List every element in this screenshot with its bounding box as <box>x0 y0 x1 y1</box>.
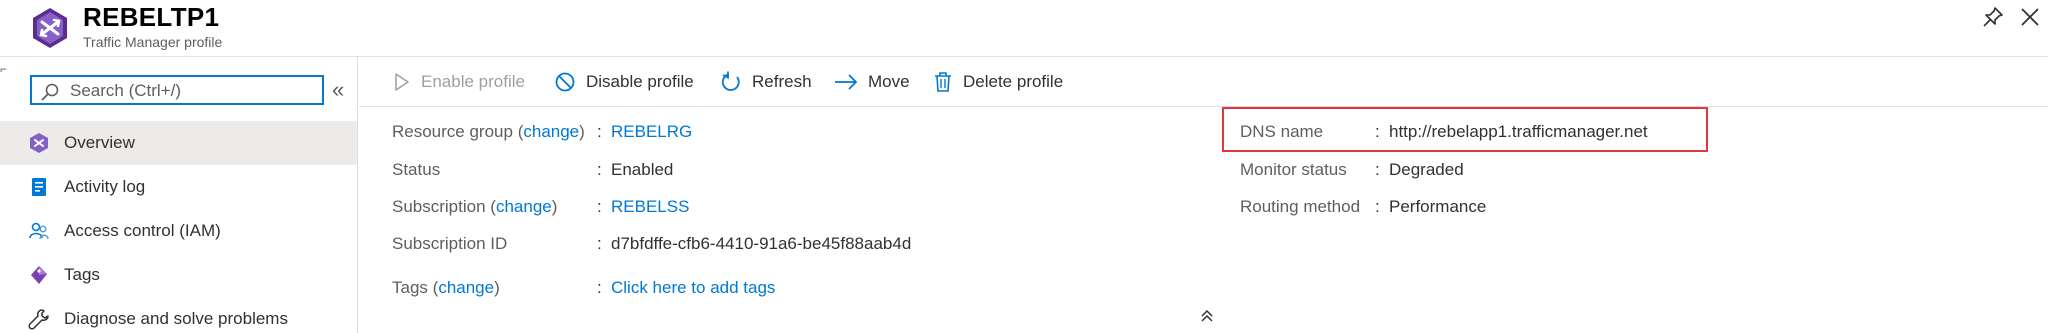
monitor-status-label: Monitor status <box>1240 160 1347 179</box>
delete-profile-button[interactable]: Delete profile <box>933 57 1063 107</box>
move-label: Move <box>868 72 910 91</box>
access-control-icon <box>29 222 49 240</box>
search-box[interactable] <box>30 75 324 105</box>
trash-icon <box>935 72 951 92</box>
pin-icon[interactable] <box>1982 6 2004 28</box>
arrow-right-icon <box>835 74 858 90</box>
sidebar-item-label: Access control (IAM) <box>64 221 221 240</box>
sidebar-item-label: Activity log <box>64 177 146 196</box>
sidebar-item-overview[interactable]: Overview <box>0 121 357 165</box>
collapse-essentials-icon[interactable] <box>1200 309 1214 323</box>
move-button[interactable]: Move <box>834 57 910 107</box>
separator-colon: : <box>1375 122 1380 141</box>
wrench-icon <box>28 309 49 330</box>
separator-colon: : <box>597 197 602 216</box>
subscription-value[interactable]: REBELSS <box>611 197 689 217</box>
dns-name-value: http://rebelapp1.trafficmanager.net <box>1389 122 1648 141</box>
activity-log-icon <box>32 178 46 196</box>
disable-profile-label: Disable profile <box>586 72 694 91</box>
status-label: Status <box>392 160 441 179</box>
sidebar-item-diagnose[interactable]: Diagnose and solve problems <box>0 297 357 333</box>
traffic-manager-icon <box>33 8 67 48</box>
command-bar: Enable profile Disable profile Refresh M… <box>359 57 2048 107</box>
sidebar-item-label: Diagnose and solve problems <box>64 309 288 328</box>
refresh-icon <box>721 71 740 91</box>
page-title: REBELTP1 <box>83 2 220 32</box>
search-input[interactable] <box>70 79 320 103</box>
play-icon <box>395 73 409 91</box>
separator-colon: : <box>1375 160 1380 179</box>
close-icon[interactable] <box>2020 7 2040 27</box>
separator-colon: : <box>597 122 602 141</box>
separator-colon: : <box>1375 197 1380 216</box>
sidebar-item-label: Tags <box>64 265 100 284</box>
sidebar-item-activity-log[interactable]: Activity log <box>0 165 357 209</box>
routing-method-label: Routing method <box>1240 197 1361 216</box>
subscription-id-value: d7bfdffe-cfb6-4410-91a6-be45f88aab4d <box>611 234 912 253</box>
refresh-button[interactable]: Refresh <box>720 57 812 107</box>
add-tags-link[interactable]: Click here to add tags <box>611 278 775 298</box>
resource-group-change-link[interactable]: change <box>523 122 579 141</box>
sidebar-item-access-control[interactable]: Access control (IAM) <box>0 209 357 253</box>
collapse-sidebar-button[interactable]: « <box>332 77 344 103</box>
sidebar-item-tags[interactable]: Tags <box>0 253 357 297</box>
tag-icon <box>31 266 47 284</box>
routing-method-value: Performance <box>1389 197 1487 216</box>
tags-change-link[interactable]: change <box>438 278 494 297</box>
separator-colon: : <box>597 160 602 179</box>
sidebar: « Overview Activity log Access control (… <box>0 57 358 333</box>
separator-colon: : <box>597 278 602 297</box>
dns-name-label: DNS name <box>1240 122 1324 141</box>
refresh-label: Refresh <box>752 72 812 91</box>
status-value: Enabled <box>611 160 674 179</box>
resource-group-value[interactable]: REBELRG <box>611 122 692 142</box>
page-subtitle: Traffic Manager profile <box>83 34 223 50</box>
delete-profile-label: Delete profile <box>963 72 1064 91</box>
enable-profile-button[interactable]: Enable profile <box>391 57 525 107</box>
page-header: REBELTP1 Traffic Manager profile <box>0 0 2048 57</box>
monitor-status-value: Degraded <box>1389 160 1464 179</box>
disable-profile-button[interactable]: Disable profile <box>554 57 694 107</box>
subscription-label: Subscription (change) <box>392 197 558 216</box>
subscription-id-label: Subscription ID <box>392 234 508 253</box>
resource-group-label: Resource group (change) <box>392 122 585 141</box>
subscription-change-link[interactable]: change <box>496 197 552 216</box>
enable-profile-label: Enable profile <box>421 72 525 91</box>
separator-colon: : <box>597 234 602 253</box>
tags-label: Tags (change) <box>392 278 500 297</box>
overview-icon <box>30 133 48 153</box>
disable-icon <box>555 72 575 92</box>
sidebar-item-label: Overview <box>64 133 135 152</box>
search-icon <box>41 83 59 101</box>
